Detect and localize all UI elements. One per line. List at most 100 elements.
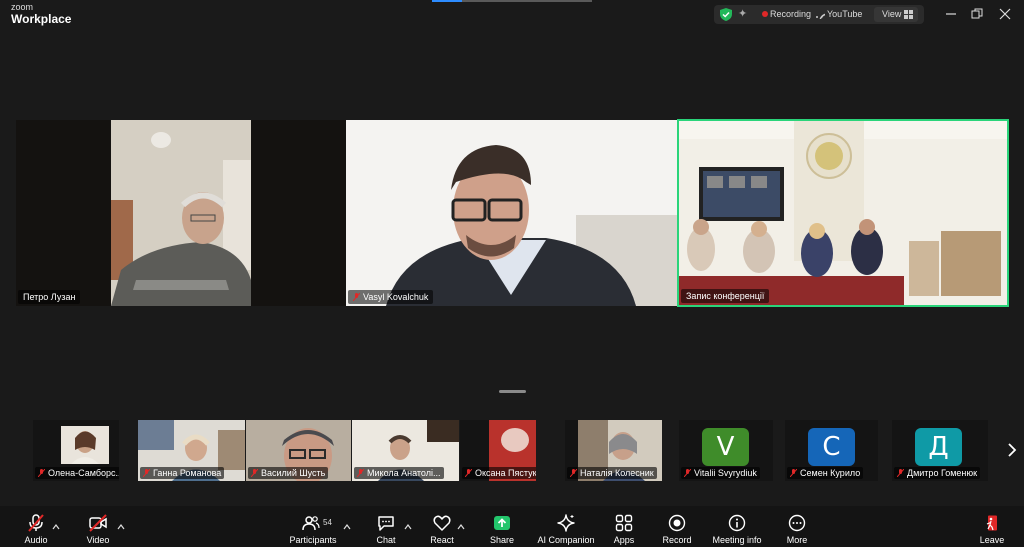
apps-button[interactable]: Apps xyxy=(606,506,642,547)
meeting-toolbar: Audio Video 54 Participants Chat React S… xyxy=(0,506,1024,547)
chevron-up-icon[interactable] xyxy=(404,523,412,531)
thumbnail-name-label: Василий Шусть xyxy=(248,467,329,479)
ai-companion-button[interactable]: AI Companion xyxy=(536,506,596,547)
chevron-right-icon[interactable] xyxy=(1006,442,1018,458)
thumbnail-tile[interactable]: С Семен Курило xyxy=(785,420,878,481)
video-tile-vasyl[interactable]: Vasyl Kovalchuk xyxy=(346,120,677,306)
video-tile-petro[interactable]: Петро Лузан xyxy=(16,120,346,306)
participant-name: Василий Шусть xyxy=(261,468,326,478)
thumbnail-name-label: Vitalii Svyrydiuk xyxy=(681,467,760,479)
video-button[interactable]: Video xyxy=(78,506,118,547)
thumbnail-tile[interactable]: Ганна Романова xyxy=(138,420,245,481)
participants-icon xyxy=(302,516,320,531)
streaming-label[interactable]: YouTube xyxy=(827,9,862,19)
thumbnail-tile[interactable]: Оксана Пястук xyxy=(460,420,536,481)
ai-sparkle-icon[interactable]: ✦ xyxy=(738,8,750,20)
title-bar: zoom Workplace ✦ Recording YouTube View xyxy=(0,0,1024,30)
restore-icon[interactable] xyxy=(970,7,984,21)
leave-label: Leave xyxy=(979,535,1005,545)
shield-icon[interactable] xyxy=(720,8,732,21)
react-button[interactable]: React xyxy=(424,506,460,547)
thumbnail-name-label: Оксана Пястук xyxy=(462,467,536,479)
apps-label: Apps xyxy=(613,535,635,545)
share-label: Share xyxy=(489,535,515,545)
participant-name: Петро Лузан xyxy=(23,292,76,302)
participant-name-label: Запис конференції xyxy=(681,289,770,303)
participant-name: Vitalii Svyrydiuk xyxy=(694,468,757,478)
react-label: React xyxy=(430,535,454,545)
muted-mic-icon xyxy=(143,469,150,477)
recording-label[interactable]: Recording xyxy=(770,9,811,19)
thumbnail-tile[interactable]: Олена-Самборс... xyxy=(33,420,119,481)
chat-button[interactable]: Chat xyxy=(368,506,404,547)
leave-icon xyxy=(986,515,997,531)
participant-name: Запис конференції xyxy=(686,291,765,301)
heart-icon xyxy=(433,515,451,531)
meeting-info-button[interactable]: Meeting info xyxy=(708,506,766,547)
avatar: Д xyxy=(915,428,962,466)
more-button[interactable]: More xyxy=(779,506,815,547)
recording-dot-icon xyxy=(762,11,768,17)
ai-sparkle-icon xyxy=(557,514,575,532)
participant-name: Дмитро Гоменюк xyxy=(907,468,978,478)
app-logo-brand: zoom xyxy=(11,2,34,12)
thumbnail-name-label: Олена-Самборс... xyxy=(35,467,119,479)
chevron-up-icon[interactable] xyxy=(343,523,351,531)
share-screen-icon xyxy=(494,516,510,530)
thumbnail-tile[interactable]: Д Дмитро Гоменюк xyxy=(892,420,988,481)
thumbnail-tile[interactable]: Василий Шусть xyxy=(246,420,351,481)
thumbnail-name-label: Микола Анатолі... xyxy=(354,467,444,479)
resize-handle[interactable] xyxy=(499,390,526,393)
view-label: View xyxy=(882,9,902,19)
minimize-icon[interactable] xyxy=(944,7,958,21)
view-button[interactable]: View xyxy=(874,7,918,22)
meeting-status-bar: ✦ Recording YouTube View xyxy=(714,5,924,24)
participant-name: Ганна Романова xyxy=(153,468,222,478)
participant-name-label: Петро Лузан xyxy=(18,290,81,304)
thumbnail-name-label: Ганна Романова xyxy=(140,467,225,479)
record-label: Record xyxy=(662,535,692,545)
ai-companion-label: AI Companion xyxy=(537,535,595,545)
audio-button[interactable]: Audio xyxy=(16,506,56,547)
meeting-info-label: Meeting info xyxy=(712,535,762,545)
muted-mic-icon xyxy=(353,293,360,301)
participants-label: Participants xyxy=(289,535,337,545)
thumbnail-name-label: Семен Курило xyxy=(787,467,864,479)
share-button[interactable]: Share xyxy=(484,506,520,547)
thumbnail-tile[interactable]: V Vitalii Svyrydiuk xyxy=(679,420,773,481)
thumbnail-name-label: Наталія Колесник xyxy=(567,467,657,479)
participant-name: Семен Курило xyxy=(800,468,861,478)
more-icon xyxy=(788,514,806,532)
avatar: V xyxy=(702,428,749,466)
video-tile-recording[interactable]: Запис конференції xyxy=(677,119,1009,307)
participant-name: Оксана Пястук xyxy=(475,468,536,478)
video-off-icon xyxy=(89,514,107,532)
video-label: Video xyxy=(86,535,110,545)
participant-name: Наталія Колесник xyxy=(580,468,654,478)
participant-video-image xyxy=(111,120,251,306)
grid-icon xyxy=(904,10,913,19)
leave-button[interactable]: Leave xyxy=(974,506,1010,547)
participants-button[interactable]: 54 Participants xyxy=(288,506,338,547)
participant-name: Микола Анатолі... xyxy=(367,468,441,478)
participant-name-label: Vasyl Kovalchuk xyxy=(348,290,434,304)
chevron-up-icon[interactable] xyxy=(117,523,125,531)
participant-video-image xyxy=(346,120,677,306)
participant-name: Олена-Самборс... xyxy=(48,468,119,478)
muted-mic-icon xyxy=(790,469,797,477)
thumbnail-tile[interactable]: Микола Анатолі... xyxy=(352,420,459,481)
muted-mic-icon xyxy=(251,469,258,477)
close-icon[interactable] xyxy=(998,7,1012,21)
top-share-strip xyxy=(432,0,592,2)
chevron-up-icon[interactable] xyxy=(457,523,465,531)
muted-mic-icon xyxy=(28,514,44,532)
chevron-up-icon[interactable] xyxy=(52,523,60,531)
muted-mic-icon xyxy=(570,469,577,477)
chat-label: Chat xyxy=(376,535,396,545)
record-button[interactable]: Record xyxy=(659,506,695,547)
streaming-signal-icon xyxy=(816,13,825,19)
thumbnail-tile[interactable]: Наталія Колесник xyxy=(565,420,662,481)
participant-video-image xyxy=(679,121,1007,305)
info-icon xyxy=(728,514,746,532)
muted-mic-icon xyxy=(465,469,472,477)
